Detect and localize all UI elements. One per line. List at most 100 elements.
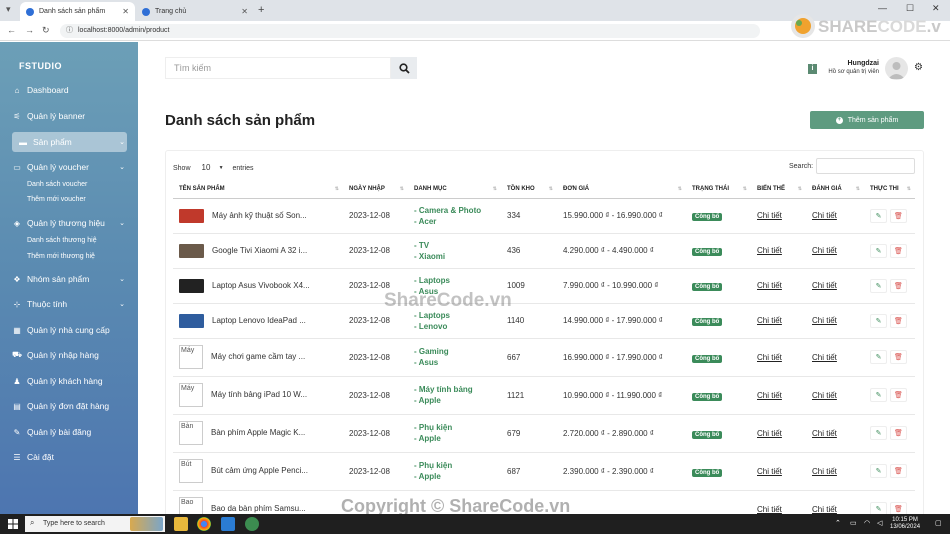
sidebar-item-products[interactable]: ▬ Sản phẩm ⌄ bbox=[12, 132, 127, 152]
variants-link[interactable]: Chi tiết bbox=[757, 391, 782, 400]
category-main[interactable]: - Phụ kiện bbox=[414, 460, 501, 471]
variants-link[interactable]: Chi tiết bbox=[757, 429, 782, 438]
tab-product-list[interactable]: Danh sách sản phẩm ✕ bbox=[20, 2, 135, 21]
edit-icon[interactable]: ✎ bbox=[870, 426, 887, 440]
site-info-icon[interactable]: ⓘ bbox=[66, 24, 73, 38]
product-name[interactable]: Google Tivi Xiaomi A 32 i... bbox=[212, 246, 307, 255]
search-input[interactable]: Tìm kiếm bbox=[165, 57, 391, 79]
sidebar-subitem-voucher-add[interactable]: Thêm mới voucher bbox=[27, 196, 86, 203]
entries-select[interactable]: 10 ▼ bbox=[196, 162, 227, 174]
category-brand[interactable]: - Apple bbox=[414, 433, 501, 444]
windows-start-icon[interactable] bbox=[8, 519, 18, 529]
close-tab-icon[interactable]: ✕ bbox=[122, 7, 129, 16]
sidebar-item-orders[interactable]: ▤ Quản lý đơn đặt hàng bbox=[12, 396, 127, 416]
reviews-link[interactable]: Chi tiết bbox=[812, 391, 837, 400]
category-brand[interactable]: - Apple bbox=[414, 471, 501, 482]
reviews-link[interactable]: Chi tiết bbox=[812, 429, 837, 438]
edit-icon[interactable]: ✎ bbox=[870, 243, 887, 258]
category-brand[interactable]: - Apple bbox=[414, 395, 501, 406]
sidebar-item-dashboard[interactable]: ⌂ Dashboard bbox=[12, 80, 127, 100]
reviews-link[interactable]: Chi tiết bbox=[812, 211, 837, 220]
column-header-variants[interactable]: BIẾN THỂ ⇅ bbox=[751, 180, 806, 199]
category-main[interactable]: - Phụ kiện bbox=[414, 422, 501, 433]
product-name[interactable]: Laptop Asus Vivobook X4... bbox=[212, 281, 310, 290]
category-brand[interactable]: - Acer bbox=[414, 216, 501, 227]
close-tab-icon[interactable]: ✕ bbox=[241, 7, 248, 16]
wifi-icon[interactable]: ◠ bbox=[864, 519, 870, 527]
edit-icon[interactable]: ✎ bbox=[870, 313, 887, 328]
search-button[interactable] bbox=[391, 57, 417, 79]
product-name[interactable]: Bút cảm ứng Apple Penci... bbox=[211, 466, 308, 475]
category-main[interactable]: - Gaming bbox=[414, 346, 501, 357]
sidebar-item-attributes[interactable]: ⊹ Thuộc tính ⌄ bbox=[12, 294, 127, 314]
variants-link[interactable]: Chi tiết bbox=[757, 281, 782, 290]
delete-icon[interactable]: 🗑 bbox=[890, 388, 907, 402]
edit-icon[interactable]: ✎ bbox=[870, 388, 887, 402]
edit-icon[interactable]: ✎ bbox=[870, 464, 887, 478]
app-icon[interactable] bbox=[245, 517, 259, 531]
taskbar-clock[interactable]: 10:15 PM 13/06/2024 bbox=[890, 517, 920, 531]
variants-link[interactable]: Chi tiết bbox=[757, 211, 782, 220]
tab-home[interactable]: Trang chủ ✕ bbox=[136, 2, 254, 21]
sidebar-item-brand[interactable]: ◈ Quản lý thương hiệu ⌄ bbox=[12, 213, 127, 233]
file-explorer-icon[interactable] bbox=[174, 517, 188, 531]
volume-icon[interactable]: ◁ bbox=[877, 519, 882, 527]
column-header-reviews[interactable]: ĐÁNH GIÁ ⇅ bbox=[806, 180, 864, 199]
product-name[interactable]: Máy ảnh kỹ thuật số Son... bbox=[212, 211, 307, 220]
product-name[interactable]: Laptop Lenovo IdeaPad ... bbox=[212, 316, 306, 325]
edit-icon[interactable]: ✎ bbox=[870, 350, 887, 364]
column-header-name[interactable]: TÊN SẢN PHẨM ⇅ bbox=[173, 180, 343, 199]
product-name[interactable]: Bàn phím Apple Magic K... bbox=[211, 428, 305, 437]
sidebar-subitem-voucher-list[interactable]: Danh sách voucher bbox=[27, 181, 87, 188]
category-brand[interactable]: - Lenovo bbox=[414, 321, 501, 332]
reviews-link[interactable]: Chi tiết bbox=[812, 246, 837, 255]
product-name[interactable]: Máy chơi game cầm tay ... bbox=[211, 352, 305, 361]
delete-icon[interactable]: 🗑 bbox=[890, 350, 907, 364]
edit-icon[interactable]: ✎ bbox=[870, 208, 887, 223]
edit-icon[interactable]: ✎ bbox=[870, 278, 887, 293]
variants-link[interactable]: Chi tiết bbox=[757, 316, 782, 325]
sidebar-subitem-brand-add[interactable]: Thêm mới thương hiệ bbox=[27, 253, 95, 260]
sidebar-item-product-group[interactable]: ❖ Nhóm sản phẩm ⌄ bbox=[12, 269, 127, 289]
add-product-button[interactable]: + Thêm sản phẩm bbox=[810, 111, 924, 129]
delete-icon[interactable]: 🗑 bbox=[890, 208, 907, 223]
taskbar-widget-icon[interactable] bbox=[130, 517, 163, 531]
sidebar-item-suppliers[interactable]: ▦ Quản lý nhà cung cấp bbox=[12, 320, 127, 340]
back-icon[interactable]: ← bbox=[7, 25, 16, 35]
reviews-link[interactable]: Chi tiết bbox=[812, 316, 837, 325]
product-name[interactable]: Bao da bàn phím Samsu... bbox=[211, 504, 306, 513]
table-search-input[interactable] bbox=[816, 158, 915, 174]
sidebar-item-banner[interactable]: ⚟ Quản lý banner bbox=[12, 106, 127, 126]
column-header-category[interactable]: DANH MỤC ⇅ bbox=[408, 180, 501, 199]
category-main[interactable]: - Laptops bbox=[414, 275, 501, 286]
reload-icon[interactable]: ↻ bbox=[42, 25, 50, 36]
vscode-icon[interactable] bbox=[221, 517, 235, 531]
forward-icon[interactable]: → bbox=[25, 25, 34, 35]
variants-link[interactable]: Chi tiết bbox=[757, 467, 782, 476]
tray-chevron-icon[interactable]: ⌃ bbox=[835, 519, 841, 527]
avatar[interactable] bbox=[885, 57, 908, 80]
variants-link[interactable]: Chi tiết bbox=[757, 246, 782, 255]
reviews-link[interactable]: Chi tiết bbox=[812, 281, 837, 290]
network-icon[interactable]: ▭ bbox=[850, 519, 857, 527]
delete-icon[interactable]: 🗑 bbox=[890, 243, 907, 258]
reviews-link[interactable]: Chi tiết bbox=[812, 353, 837, 362]
sidebar-item-posts[interactable]: ✎ Quản lý bài đăng bbox=[12, 422, 127, 442]
column-header-stock[interactable]: TỒN KHO ⇅ bbox=[501, 180, 557, 199]
variants-link[interactable]: Chi tiết bbox=[757, 505, 782, 514]
column-header-status[interactable]: TRẠNG THÁI ⇅ bbox=[686, 180, 751, 199]
column-header-price[interactable]: ĐƠN GIÁ ⇅ bbox=[557, 180, 686, 199]
sidebar-item-customers[interactable]: ♟ Quản lý khách hàng bbox=[12, 371, 127, 391]
column-header-date[interactable]: NGÀY NHẬP ⇅ bbox=[343, 180, 408, 199]
category-main[interactable]: - TV bbox=[414, 240, 501, 251]
category-main[interactable]: - Máy tính bảng bbox=[414, 384, 501, 395]
product-name[interactable]: Máy tính bảng iPad 10 W... bbox=[211, 390, 307, 399]
user-role-link[interactable]: Hồ sơ quản trị viên bbox=[810, 69, 879, 75]
delete-icon[interactable]: 🗑 bbox=[890, 313, 907, 328]
notification-icon[interactable]: ▢ bbox=[935, 519, 942, 527]
sidebar-item-voucher[interactable]: ▭ Quản lý voucher ⌄ bbox=[12, 157, 127, 177]
delete-icon[interactable]: 🗑 bbox=[890, 464, 907, 478]
reviews-link[interactable]: Chi tiết bbox=[812, 467, 837, 476]
category-brand[interactable]: - Asus bbox=[414, 357, 501, 368]
url-field[interactable]: ⓘ localhost:8000/admin/product bbox=[60, 24, 760, 38]
